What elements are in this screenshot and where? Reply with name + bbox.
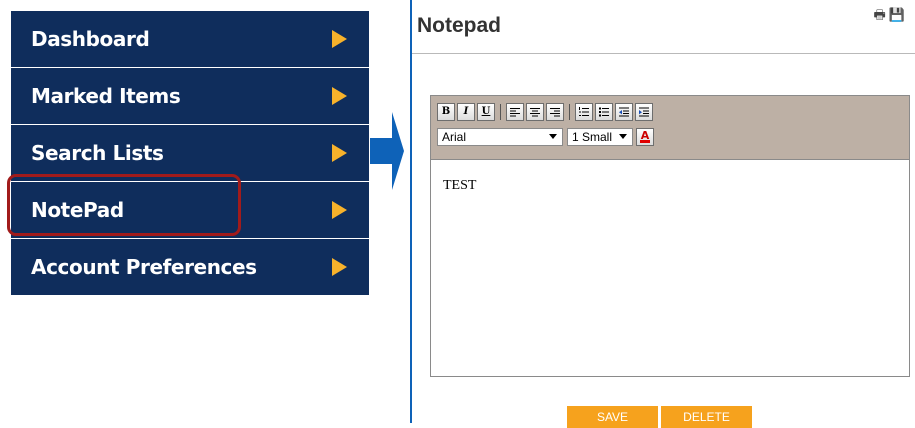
delete-button[interactable]: DELETE bbox=[661, 406, 752, 428]
bold-button[interactable]: B bbox=[437, 102, 455, 121]
print-icon[interactable]: 🖶 bbox=[874, 8, 886, 21]
arrow-right-icon bbox=[332, 87, 347, 105]
sidebar-item-marked-items[interactable]: Marked Items bbox=[11, 68, 369, 124]
header-icons: 🖶 💾 bbox=[874, 8, 905, 21]
save-disk-icon[interactable]: 💾 bbox=[889, 8, 905, 21]
title-divider bbox=[412, 53, 915, 54]
arrow-right-icon bbox=[332, 258, 347, 276]
align-left-icon[interactable] bbox=[506, 102, 524, 121]
italic-button[interactable]: I bbox=[457, 102, 475, 121]
font-size-select[interactable]: 1 Small bbox=[567, 127, 633, 146]
notepad-editor: B I U Arial 1 Small A TEST bbox=[430, 95, 910, 377]
toolbar-divider bbox=[569, 103, 570, 120]
sidebar-item-label: Account Preferences bbox=[31, 255, 257, 279]
align-center-icon[interactable] bbox=[526, 102, 544, 121]
ordered-list-icon[interactable] bbox=[575, 102, 593, 121]
outdent-icon[interactable] bbox=[615, 102, 633, 121]
sidebar-nav: Dashboard Marked Items Search Lists Note… bbox=[11, 11, 369, 296]
sidebar-item-account-preferences[interactable]: Account Preferences bbox=[11, 239, 369, 295]
action-buttons: SAVE DELETE bbox=[567, 406, 752, 428]
indent-icon[interactable] bbox=[635, 102, 653, 121]
chevron-down-icon bbox=[619, 134, 627, 139]
sidebar-item-dashboard[interactable]: Dashboard bbox=[11, 11, 369, 67]
notepad-textarea[interactable]: TEST bbox=[431, 160, 909, 194]
arrow-right-icon bbox=[332, 30, 347, 48]
sidebar-item-label: Marked Items bbox=[31, 84, 181, 108]
save-button[interactable]: SAVE bbox=[567, 406, 658, 428]
toolbar-divider bbox=[500, 103, 501, 120]
notepad-panel: Notepad 🖶 💾 B I U Arial 1 Small A TEST S… bbox=[410, 0, 915, 428]
underline-button[interactable]: U bbox=[477, 102, 495, 121]
arrow-right-icon bbox=[332, 144, 347, 162]
connector-arrow-icon bbox=[370, 112, 404, 190]
unordered-list-icon[interactable] bbox=[595, 102, 613, 121]
chevron-down-icon bbox=[549, 134, 557, 139]
arrow-right-icon bbox=[332, 201, 347, 219]
sidebar-item-label: Search Lists bbox=[31, 141, 164, 165]
text-color-icon[interactable]: A bbox=[636, 127, 654, 146]
sidebar-item-search-lists[interactable]: Search Lists bbox=[11, 125, 369, 181]
sidebar-item-label: Dashboard bbox=[31, 27, 150, 51]
font-family-select[interactable]: Arial bbox=[437, 127, 563, 146]
align-right-icon[interactable] bbox=[546, 102, 564, 121]
editor-toolbar: B I U Arial 1 Small A bbox=[431, 96, 909, 160]
font-family-value: Arial bbox=[442, 129, 467, 144]
sidebar-item-label: NotePad bbox=[31, 198, 124, 222]
font-size-value: 1 Small bbox=[572, 129, 613, 144]
page-title: Notepad bbox=[417, 14, 501, 37]
sidebar-item-notepad[interactable]: NotePad bbox=[11, 182, 369, 238]
